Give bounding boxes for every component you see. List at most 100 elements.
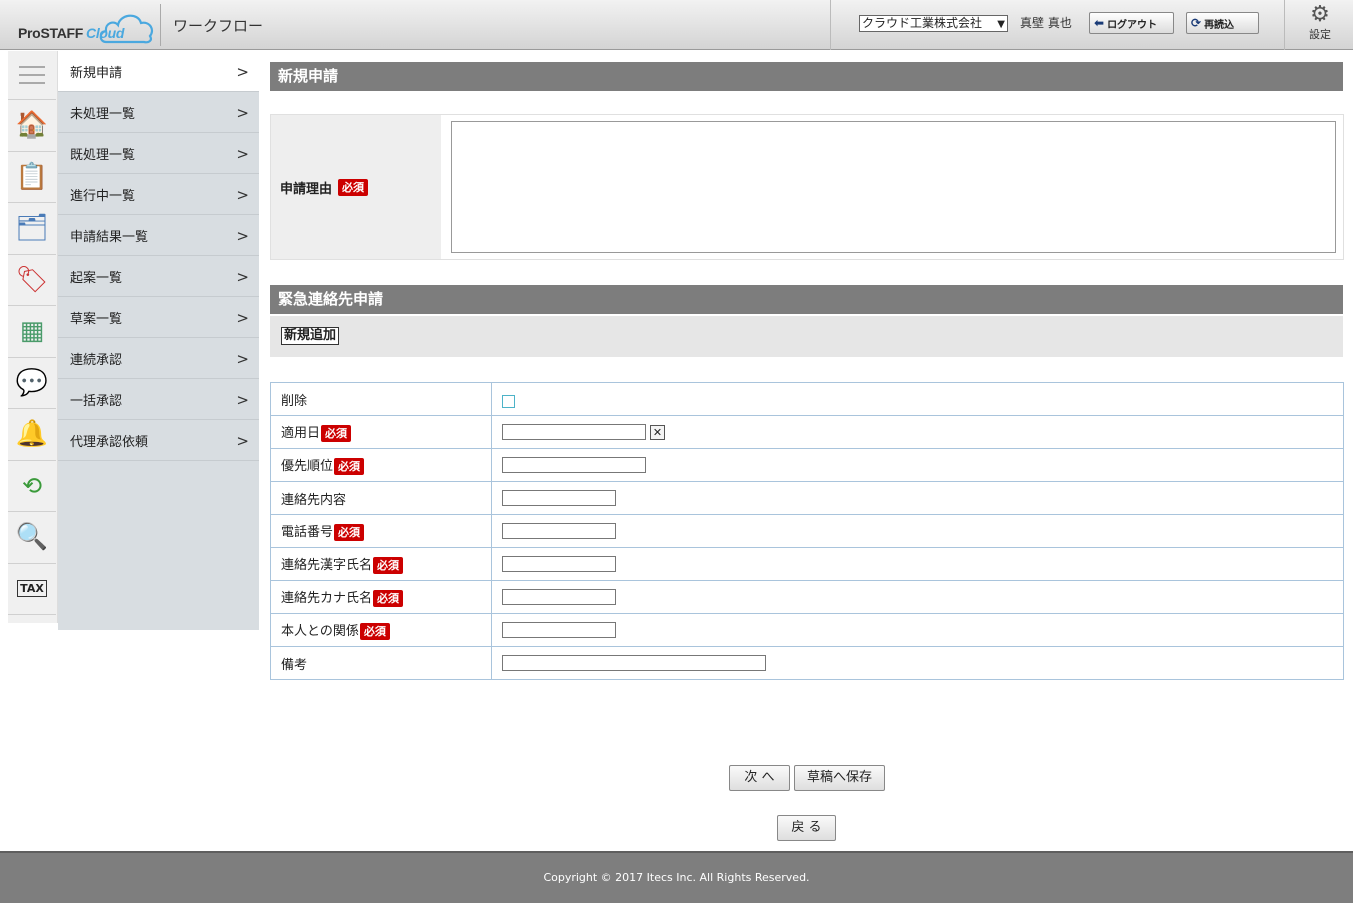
footer: Copyright © 2017 Itecs Inc. All Rights R…: [0, 851, 1353, 903]
chevron-right-icon: >: [236, 432, 249, 450]
logo-cloud-text: Cloud: [86, 25, 125, 41]
row-value: [491, 481, 1344, 515]
contact-kana-name-input[interactable]: [502, 589, 616, 605]
reason-label: 申請理由 必須: [271, 115, 441, 259]
delete-checkbox[interactable]: [502, 394, 515, 408]
refresh-icon: ⟳: [1191, 16, 1202, 30]
history-icon[interactable]: ⟲: [8, 461, 56, 512]
chevron-right-icon: >: [236, 227, 249, 245]
menu-item-label: 代理承認依頼: [70, 434, 149, 450]
row-label: 削除: [270, 382, 492, 416]
arrow-left-icon: ⬅: [1094, 16, 1105, 30]
table-row: 備考: [270, 646, 1344, 680]
reason-textarea[interactable]: [451, 121, 1336, 253]
row-label-text: 本人との関係: [281, 624, 359, 639]
document-icon[interactable]: 📋: [8, 152, 56, 203]
menu-item-drafted[interactable]: 起案一覧 >: [58, 256, 259, 297]
reload-label: 再読込: [1204, 19, 1235, 31]
table-row: 電話番号 必須: [270, 514, 1344, 548]
phone-number-input[interactable]: [502, 523, 616, 539]
tax-icon[interactable]: TAX: [8, 564, 56, 615]
chevron-right-icon: >: [236, 309, 249, 327]
logout-button[interactable]: ⬅ ログアウト: [1089, 12, 1174, 34]
chevron-right-icon: >: [236, 145, 249, 163]
menu-icon[interactable]: [8, 51, 56, 100]
menu-item-unprocessed[interactable]: 未処理一覧 >: [58, 92, 259, 133]
back-button[interactable]: 戻 る: [777, 815, 836, 841]
remarks-input[interactable]: [502, 655, 766, 671]
priority-input[interactable]: [502, 457, 646, 473]
stamp-icon[interactable]: 🏷: [8, 255, 56, 306]
row-label-text: 電話番号: [281, 525, 334, 540]
prostaff-cloud-logo[interactable]: ProSTAFF Cloud: [10, 6, 155, 46]
header-divider: [160, 4, 161, 46]
spreadsheet-icon[interactable]: ▦: [8, 306, 56, 358]
row-label-text: 適用日: [281, 426, 321, 441]
reason-row: 申請理由 必須: [270, 114, 1344, 260]
section-title-emergency-contact: 緊急連絡先申請: [270, 285, 1343, 314]
company-select[interactable]: クラウド工業株式会社 ▼: [859, 15, 1008, 32]
menu-item-processed[interactable]: 既処理一覧 >: [58, 133, 259, 174]
menu-item-proxy-approval[interactable]: 代理承認依頼 >: [58, 420, 259, 461]
add-band: 新規追加: [270, 316, 1343, 357]
chevron-right-icon: >: [236, 186, 249, 204]
menu-item-continuous-approval[interactable]: 連続承認 >: [58, 338, 259, 379]
row-value: [491, 646, 1344, 680]
required-badge: 必須: [373, 590, 404, 607]
logo-text: ProSTAFF Cloud: [18, 25, 124, 41]
menu-item-bulk-approval[interactable]: 一括承認 >: [58, 379, 259, 420]
logout-label: ログアウト: [1107, 19, 1158, 31]
chevron-right-icon: >: [236, 350, 249, 368]
row-label-text: 優先順位: [281, 459, 334, 474]
required-badge: 必須: [321, 425, 352, 442]
gear-icon: ⚙: [1310, 2, 1330, 27]
tax-label: TAX: [17, 580, 47, 598]
add-new-button[interactable]: 新規追加: [281, 327, 340, 345]
timecard-icon[interactable]: 🗂: [8, 203, 56, 255]
menu-item-label: 連続承認: [70, 352, 123, 368]
row-value: [491, 547, 1344, 581]
bell-icon[interactable]: 🔔: [8, 409, 56, 461]
header-divider: [1284, 0, 1285, 50]
menu-item-label: 起案一覧: [70, 270, 123, 286]
menu-item-drafts[interactable]: 草案一覧 >: [58, 297, 259, 338]
menu-item-label: 新規申請: [70, 65, 123, 81]
reload-button[interactable]: ⟳ 再読込: [1186, 12, 1259, 34]
row-label-text: 連絡先漢字氏名: [281, 558, 373, 573]
company-select-value: クラウド工業株式会社: [862, 16, 983, 30]
row-label-text: 連絡先内容: [281, 492, 347, 508]
chevron-right-icon: >: [236, 268, 249, 286]
menu-item-in-progress[interactable]: 進行中一覧 >: [58, 174, 259, 215]
table-row: 連絡先漢字氏名 必須: [270, 547, 1344, 581]
table-row: 優先順位 必須: [270, 448, 1344, 482]
app-title: ワークフロー: [173, 17, 264, 35]
row-label: 連絡先カナ氏名 必須: [270, 580, 492, 614]
chevron-right-icon: >: [236, 104, 249, 122]
menu-item-label: 草案一覧: [70, 311, 123, 327]
home-icon[interactable]: 🏠: [8, 100, 56, 152]
reason-label-text: 申請理由: [280, 181, 333, 197]
relationship-input[interactable]: [502, 622, 616, 638]
contact-content-input[interactable]: [502, 490, 616, 506]
menu-item-label: 進行中一覧: [70, 188, 136, 204]
table-row: 連絡先内容: [270, 481, 1344, 515]
contact-kanji-name-input[interactable]: [502, 556, 616, 572]
row-label: 適用日 必須: [270, 415, 492, 449]
menu-item-results[interactable]: 申請結果一覧 >: [58, 215, 259, 256]
row-label-text: 削除: [281, 393, 308, 409]
table-row: 適用日 必須 ✕: [270, 415, 1344, 449]
row-value: [491, 382, 1344, 416]
close-icon[interactable]: ✕: [650, 424, 665, 440]
chevron-right-icon: >: [236, 63, 249, 81]
menu-item-new-application[interactable]: 新規申請 >: [58, 51, 259, 92]
table-row: 本人との関係 必須: [270, 613, 1344, 647]
effective-date-input[interactable]: [502, 424, 646, 440]
chat-icon[interactable]: 💬: [8, 358, 56, 409]
row-value: [491, 580, 1344, 614]
row-label: 備考: [270, 646, 492, 680]
settings-button[interactable]: ⚙ 設定: [1299, 4, 1341, 42]
settings-label: 設定: [1309, 28, 1331, 41]
search-icon[interactable]: 🔍: [8, 512, 56, 564]
next-button[interactable]: 次 へ: [729, 765, 790, 791]
save-draft-button[interactable]: 草稿へ保存: [794, 765, 885, 791]
